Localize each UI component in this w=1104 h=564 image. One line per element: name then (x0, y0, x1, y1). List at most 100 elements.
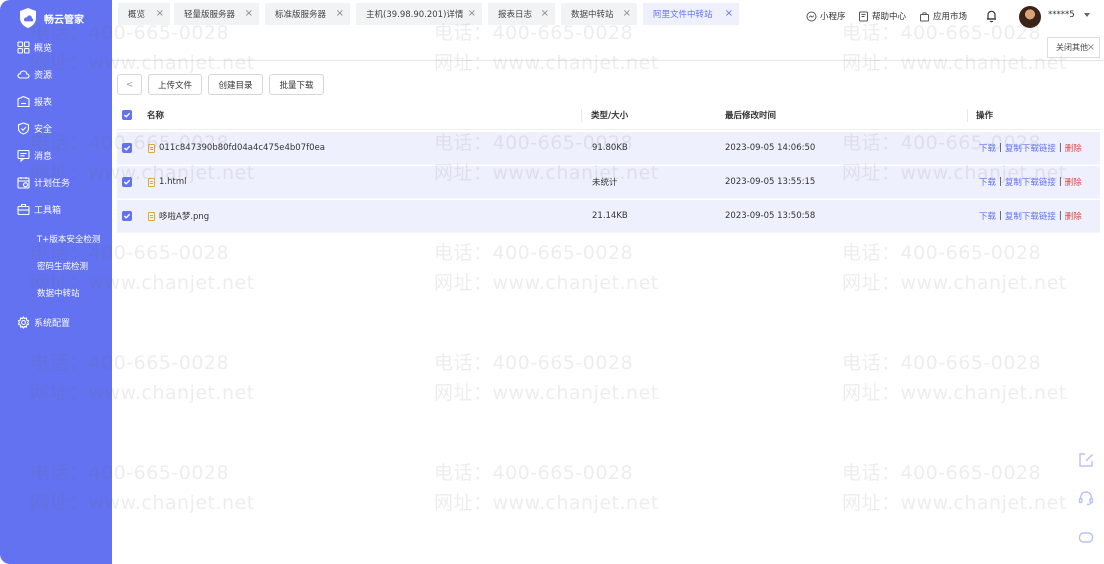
tab-label: 报表日志 (498, 10, 533, 20)
tab-label: 数据中转站 (571, 10, 614, 20)
sidebar-item-label: 安全 (34, 124, 53, 135)
delete-link[interactable]: 删除 (1065, 142, 1082, 154)
close-others-button[interactable]: 关闭其他 × (1047, 37, 1100, 58)
file-name[interactable]: 哆啦A梦.png (159, 210, 209, 222)
tab-data-transfer[interactable]: 数据中转站 × (561, 3, 637, 25)
copy-download-link[interactable]: 复制下载链接 (1005, 176, 1056, 188)
sidebar-item-messages[interactable]: 消息 (0, 145, 112, 165)
close-icon[interactable]: × (468, 9, 476, 19)
column-header-name: 名称 (147, 111, 165, 121)
file-name[interactable]: 011c847390b80fd04a4c475e4b07f0ea (159, 143, 325, 153)
copy-download-link[interactable]: 复制下载链接 (1005, 210, 1056, 222)
close-icon[interactable]: × (245, 9, 253, 19)
column-divider (581, 109, 582, 122)
sidebar-item-toolbox[interactable]: 工具箱 (0, 199, 112, 219)
file-name[interactable]: 1.html (159, 177, 186, 187)
file-modified-time: 2023-09-05 13:55:15 (725, 177, 816, 187)
sidebar-item-system-config[interactable]: 系统配置 (0, 312, 112, 332)
chevron-down-icon[interactable] (1084, 13, 1090, 17)
grid-icon (17, 40, 30, 54)
tab-overview[interactable]: 概览 × (118, 3, 170, 25)
avatar[interactable] (1019, 6, 1041, 28)
watermark-site: 网址：www.chanjet.net (842, 272, 1067, 294)
watermark-site: 网址：www.chanjet.net (434, 272, 659, 294)
select-all-checkbox[interactable] (122, 110, 132, 120)
mini-program-label: 小程序 (820, 12, 846, 22)
bell-icon[interactable] (985, 9, 998, 23)
back-button[interactable]: < (117, 74, 142, 95)
close-icon[interactable]: × (336, 9, 344, 19)
action-separator: | (999, 143, 1002, 153)
tab-standard-servers[interactable]: 标准版服务器 × (265, 3, 350, 25)
action-separator: | (1058, 143, 1062, 153)
sidebar: 畅云管家 概览 资源 报表 安全 消息 计划任务 工具箱 T+版本安全检测 密码… (0, 0, 112, 564)
file-icon (148, 211, 155, 221)
watermark-phone: 电话：400-665-0028 (434, 352, 634, 374)
action-separator: | (1058, 177, 1062, 187)
tab-report-logs[interactable]: 报表日志 × (488, 3, 555, 25)
watermark-phone: 电话：400-665-0028 (842, 462, 1042, 484)
watermark-phone: 电话：400-665-0028 (434, 462, 634, 484)
table-header: 名称 类型/大小 最后修改时间 操作 (117, 101, 1100, 130)
tab-aliyun-file-transfer[interactable]: 阿里文件中转站 × (643, 3, 739, 25)
watermark-phone: 电话：400-665-0028 (842, 242, 1042, 264)
sidebar-subitem-password-generator[interactable]: 密码生成检测 (37, 258, 88, 274)
close-icon[interactable]: × (623, 9, 631, 19)
action-separator: | (1058, 211, 1062, 221)
create-directory-button[interactable]: 创建目录 (208, 74, 263, 95)
sidebar-item-overview[interactable]: 概览 (0, 37, 112, 57)
delete-link[interactable]: 删除 (1065, 210, 1082, 222)
message-icon (17, 149, 30, 162)
sidebar-item-label: 资源 (34, 70, 53, 81)
close-icon[interactable]: × (156, 9, 164, 19)
table-row[interactable]: 哆啦A梦.png 21.14KB 2023-09-05 13:50:58 下载 … (117, 200, 1100, 233)
download-link[interactable]: 下载 (979, 210, 996, 222)
app-logo[interactable]: 畅云管家 (18, 7, 84, 29)
table-row[interactable]: 011c847390b80fd04a4c475e4b07f0ea 91.80KB… (117, 132, 1100, 165)
column-header-type-size: 类型/大小 (591, 111, 629, 121)
sidebar-item-reports[interactable]: 报表 (0, 91, 112, 111)
customer-service-icon[interactable] (1077, 489, 1095, 507)
username[interactable]: *****5 (1048, 10, 1075, 20)
delete-link[interactable]: 删除 (1065, 176, 1082, 188)
sidebar-subitem-tplus-security-check[interactable]: T+版本安全检测 (37, 231, 100, 247)
close-icon[interactable]: × (541, 9, 549, 19)
download-link[interactable]: 下载 (979, 142, 996, 154)
watermark-site: 网址：www.chanjet.net (434, 382, 659, 404)
download-link[interactable]: 下载 (979, 176, 996, 188)
file-icon (148, 143, 155, 153)
tab-label: 主机(39.98.90.201)详情 (366, 10, 464, 20)
mini-program-icon (806, 11, 817, 21)
copy-download-link[interactable]: 复制下载链接 (1005, 142, 1056, 154)
check-icon (123, 145, 131, 151)
file-icon (148, 177, 155, 187)
feedback-edit-icon[interactable] (1077, 451, 1095, 469)
sidebar-item-label: 概览 (34, 43, 53, 54)
report-icon (17, 95, 30, 107)
sidebar-item-scheduled-tasks[interactable]: 计划任务 (0, 172, 112, 192)
sidebar-subitem-data-transfer[interactable]: 数据中转站 (37, 285, 80, 301)
row-checkbox[interactable] (122, 211, 132, 221)
chat-bot-icon[interactable] (1077, 528, 1095, 546)
batch-download-button[interactable]: 批量下载 (269, 74, 324, 95)
help-center-link[interactable]: 帮助中心 (858, 9, 906, 23)
tab-lightweight-servers[interactable]: 轻量版服务器 × (174, 3, 259, 25)
app-market-link[interactable]: 应用市场 (919, 9, 967, 23)
mini-program-link[interactable]: 小程序 (806, 9, 846, 23)
file-size: 未统计 (592, 178, 618, 188)
logo-shield-icon (20, 8, 36, 28)
watermark-phone: 电话：400-665-0028 (842, 352, 1042, 374)
sidebar-item-resources[interactable]: 资源 (0, 64, 112, 84)
check-icon (123, 112, 131, 118)
row-checkbox[interactable] (122, 143, 132, 153)
tab-host-details[interactable]: 主机(39.98.90.201)详情 × (356, 3, 482, 25)
tab-label: 轻量版服务器 (184, 10, 236, 20)
sidebar-item-security[interactable]: 安全 (0, 118, 112, 138)
watermark-phone: 电话：400-665-0028 (434, 242, 634, 264)
tab-bar (112, 34, 1104, 61)
row-checkbox[interactable] (122, 177, 132, 187)
sidebar-item-label: 系统配置 (34, 318, 71, 329)
table-row[interactable]: 1.html 未统计 2023-09-05 13:55:15 下载 | 复制下载… (117, 166, 1100, 199)
upload-file-button[interactable]: 上传文件 (148, 74, 202, 95)
close-icon[interactable]: × (725, 9, 733, 19)
